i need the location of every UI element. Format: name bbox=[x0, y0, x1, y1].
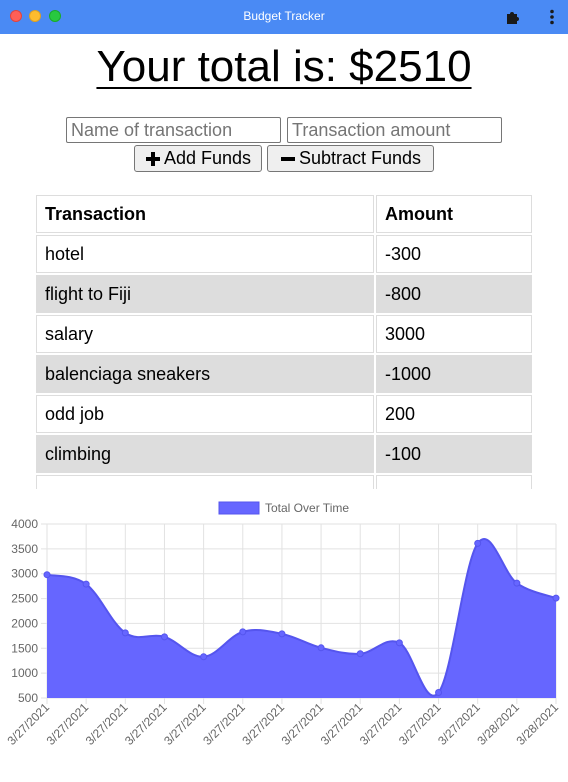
table-row: climbing -100 bbox=[36, 435, 532, 473]
data-point bbox=[278, 630, 286, 638]
kebab-menu-icon[interactable] bbox=[544, 8, 560, 26]
y-tick-label: 2500 bbox=[11, 592, 38, 606]
data-point bbox=[356, 650, 364, 658]
x-tick-label: 3/28/2021 bbox=[513, 700, 561, 748]
y-tick-label: 3500 bbox=[11, 542, 38, 556]
data-point bbox=[43, 571, 51, 579]
total-text: Your total is: $2510 bbox=[96, 42, 472, 91]
y-tick-label: 2000 bbox=[11, 616, 38, 630]
transaction-name-cell: flight to Fiji bbox=[36, 275, 374, 313]
data-point bbox=[513, 579, 521, 587]
puzzle-icon[interactable] bbox=[504, 8, 522, 26]
transaction-name-cell bbox=[36, 475, 374, 489]
y-tick-label: 1500 bbox=[11, 641, 38, 655]
add-funds-button[interactable]: Add Funds bbox=[134, 145, 262, 172]
data-point bbox=[317, 644, 325, 652]
series-area bbox=[47, 539, 556, 698]
transaction-amount-cell: 200 bbox=[376, 395, 532, 433]
data-point bbox=[435, 689, 443, 697]
table-row: odd job 200 bbox=[36, 395, 532, 433]
table-row: hotel -300 bbox=[36, 235, 532, 273]
minus-icon bbox=[280, 156, 295, 161]
data-point bbox=[395, 639, 403, 647]
transaction-name-cell: odd job bbox=[36, 395, 374, 433]
transaction-name-cell: hotel bbox=[36, 235, 374, 273]
y-tick-label: 500 bbox=[18, 691, 38, 705]
transaction-amount-cell: -1000 bbox=[376, 355, 532, 393]
table-header-row: Transaction Amount bbox=[36, 195, 532, 233]
transaction-amount-cell bbox=[376, 475, 532, 489]
transactions-table: Transaction Amount hotel -300 flight to … bbox=[34, 193, 534, 489]
transaction-amount-cell: -100 bbox=[376, 435, 532, 473]
table-row: salary 3000 bbox=[36, 315, 532, 353]
add-funds-label: Add Funds bbox=[163, 148, 252, 168]
total-heading: Your total is: $2510 bbox=[0, 42, 568, 92]
legend-label: Total Over Time bbox=[265, 501, 349, 515]
subtract-funds-button[interactable]: Subtract Funds bbox=[267, 145, 434, 172]
total-over-time-chart: Total Over Time 4000 3500 3000 2500 2000 1500 1… bbox=[4, 501, 561, 748]
transaction-amount-cell: 3000 bbox=[376, 315, 532, 353]
data-point bbox=[121, 629, 129, 637]
y-tick-label: 4000 bbox=[11, 517, 38, 531]
transaction-amount-input[interactable] bbox=[287, 117, 502, 143]
table-row: flight to Fiji -800 bbox=[36, 275, 532, 313]
transaction-amount-cell: -300 bbox=[376, 235, 532, 273]
data-point bbox=[82, 580, 90, 588]
transaction-name-cell: salary bbox=[36, 315, 374, 353]
transaction-amount-cell: -800 bbox=[376, 275, 532, 313]
plus-icon bbox=[145, 151, 160, 166]
transaction-name-cell: climbing bbox=[36, 435, 374, 473]
y-tick-label: 1000 bbox=[11, 666, 38, 680]
data-point bbox=[200, 653, 208, 661]
column-header-transaction: Transaction bbox=[36, 195, 374, 233]
data-point bbox=[239, 628, 247, 636]
table-row: balenciaga sneakers -1000 bbox=[36, 355, 532, 393]
data-point bbox=[552, 594, 560, 602]
window-titlebar: Budget Tracker bbox=[0, 0, 568, 34]
transactions-table-container[interactable]: Transaction Amount hotel -300 flight to … bbox=[34, 193, 534, 489]
subtract-funds-label: Subtract Funds bbox=[298, 148, 422, 168]
legend-swatch bbox=[218, 501, 260, 515]
column-header-amount: Amount bbox=[376, 195, 532, 233]
table-row bbox=[36, 475, 532, 489]
y-tick-label: 3000 bbox=[11, 567, 38, 581]
transaction-name-input[interactable] bbox=[66, 117, 281, 143]
data-point bbox=[474, 539, 482, 547]
data-point bbox=[160, 633, 168, 641]
transaction-name-cell: balenciaga sneakers bbox=[36, 355, 374, 393]
window-title: Budget Tracker bbox=[243, 9, 325, 23]
